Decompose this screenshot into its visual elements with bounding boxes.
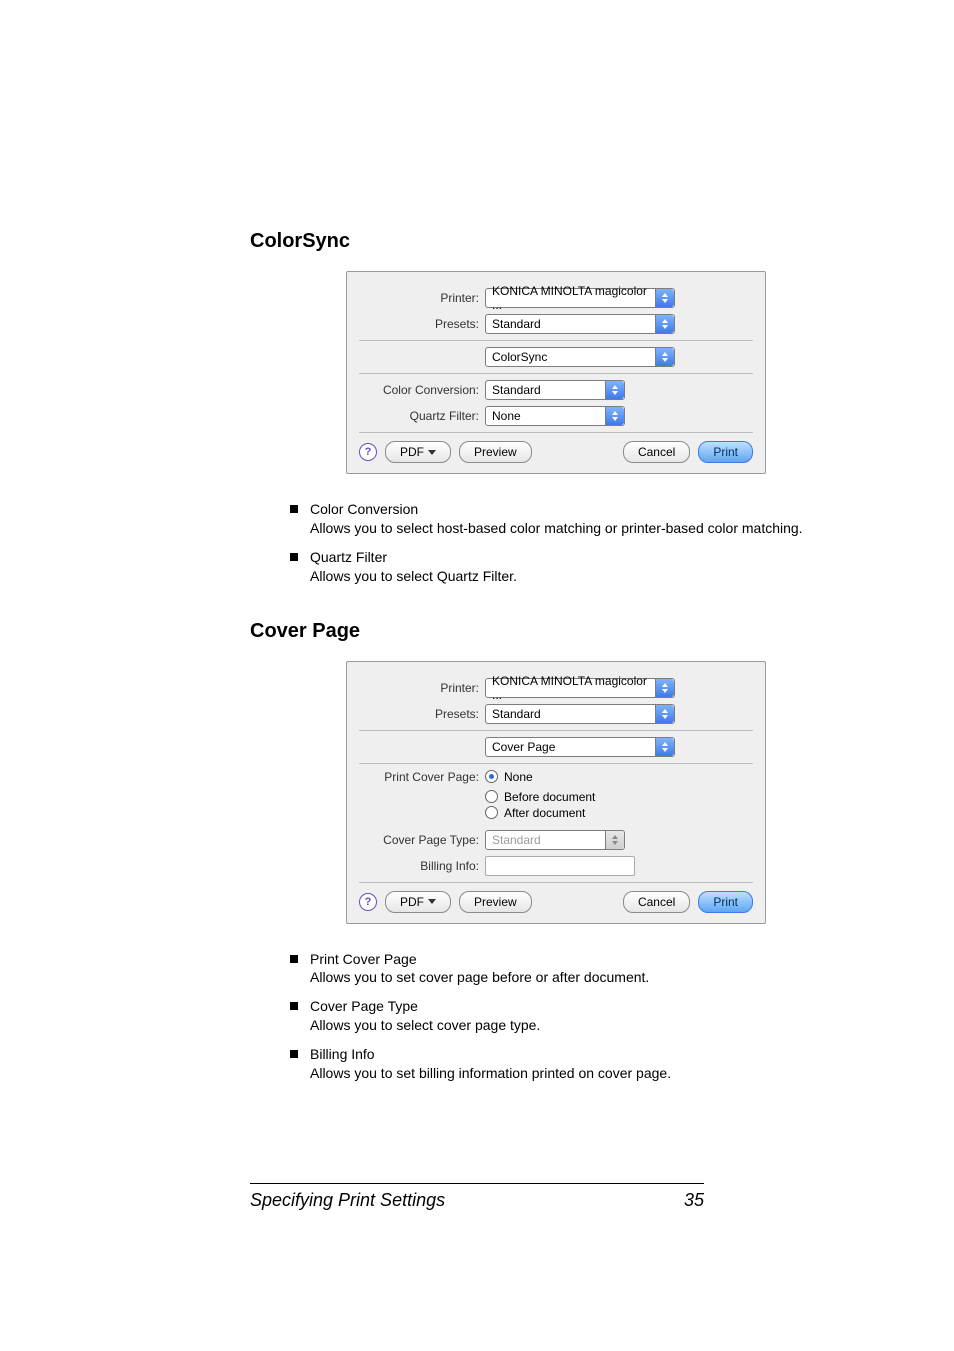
list-item: Print Cover Page Allows you to set cover…: [290, 950, 834, 988]
presets-value: Standard: [492, 317, 541, 331]
pdf-label: PDF: [400, 445, 424, 459]
coverpage-bullets: Print Cover Page Allows you to set cover…: [290, 950, 834, 1083]
pdf-label: PDF: [400, 895, 424, 909]
bullet-title: Cover Page Type: [310, 997, 540, 1016]
colorsync-bullets: Color Conversion Allows you to select ho…: [290, 500, 834, 586]
printer-select[interactable]: KONICA MINOLTA magicolor ...: [485, 288, 675, 308]
chevron-down-icon: [428, 899, 436, 904]
stepper-icon: [655, 315, 674, 333]
pane-select[interactable]: ColorSync: [485, 347, 675, 367]
bullet-icon: [290, 505, 298, 513]
bullet-icon: [290, 553, 298, 561]
bullet-icon: [290, 955, 298, 963]
bullet-desc: Allows you to set cover page before or a…: [310, 968, 649, 987]
radio-after[interactable]: [485, 806, 498, 819]
cancel-button[interactable]: Cancel: [623, 891, 690, 913]
bullet-desc: Allows you to select host-based color ma…: [310, 519, 803, 538]
cancel-button[interactable]: Cancel: [623, 441, 690, 463]
cover-page-type-value: Standard: [492, 833, 541, 847]
cover-page-type-label: Cover Page Type:: [359, 833, 485, 847]
pane-select[interactable]: Cover Page: [485, 737, 675, 757]
dialog-colorsync: Printer: KONICA MINOLTA magicolor ... Pr…: [346, 271, 766, 474]
bullet-title: Quartz Filter: [310, 548, 517, 567]
footer-left: Specifying Print Settings: [250, 1190, 445, 1211]
billing-info-label: Billing Info:: [359, 859, 485, 873]
separator: [359, 432, 753, 433]
pane-value: Cover Page: [492, 740, 555, 754]
section-title-colorsync: ColorSync: [250, 230, 834, 253]
printer-label: Printer:: [359, 291, 485, 305]
section-title-coverpage: Cover Page: [250, 620, 834, 643]
presets-select[interactable]: Standard: [485, 704, 675, 724]
color-conversion-value: Standard: [492, 383, 541, 397]
separator: [359, 763, 753, 764]
pdf-button[interactable]: PDF: [385, 441, 451, 463]
presets-value: Standard: [492, 707, 541, 721]
quartz-filter-label: Quartz Filter:: [359, 409, 485, 423]
bullet-title: Billing Info: [310, 1045, 671, 1064]
stepper-icon: [655, 348, 674, 366]
list-item: Quartz Filter Allows you to select Quart…: [290, 548, 834, 586]
presets-label: Presets:: [359, 707, 485, 721]
printer-value: KONICA MINOLTA magicolor ...: [492, 284, 652, 312]
bullet-desc: Allows you to select cover page type.: [310, 1016, 540, 1035]
printer-value: KONICA MINOLTA magicolor ...: [492, 674, 652, 702]
bullet-desc: Allows you to set billing information pr…: [310, 1064, 671, 1083]
help-icon[interactable]: ?: [359, 893, 377, 911]
bullet-title: Print Cover Page: [310, 950, 649, 969]
preview-button[interactable]: Preview: [459, 441, 532, 463]
page-footer: Specifying Print Settings 35: [250, 1183, 704, 1211]
list-item: Billing Info Allows you to set billing i…: [290, 1045, 834, 1083]
presets-label: Presets:: [359, 317, 485, 331]
print-cover-page-label: Print Cover Page:: [359, 770, 485, 784]
quartz-filter-value: None: [492, 409, 521, 423]
color-conversion-select[interactable]: Standard: [485, 380, 625, 400]
stepper-icon: [655, 679, 674, 697]
color-conversion-label: Color Conversion:: [359, 383, 485, 397]
quartz-filter-select[interactable]: None: [485, 406, 625, 426]
dialog-coverpage: Printer: KONICA MINOLTA magicolor ... Pr…: [346, 661, 766, 924]
list-item: Cover Page Type Allows you to select cov…: [290, 997, 834, 1035]
chevron-down-icon: [428, 450, 436, 455]
cover-page-type-select: Standard: [485, 830, 625, 850]
billing-info-input[interactable]: [485, 856, 635, 876]
radio-after-label: After document: [504, 806, 585, 820]
bullet-title: Color Conversion: [310, 500, 803, 519]
printer-label: Printer:: [359, 681, 485, 695]
separator: [359, 882, 753, 883]
help-icon[interactable]: ?: [359, 443, 377, 461]
stepper-icon: [655, 289, 674, 307]
separator: [359, 340, 753, 341]
presets-select[interactable]: Standard: [485, 314, 675, 334]
bullet-icon: [290, 1002, 298, 1010]
pane-value: ColorSync: [492, 350, 547, 364]
radio-before[interactable]: [485, 790, 498, 803]
radio-none[interactable]: [485, 770, 498, 783]
separator: [359, 730, 753, 731]
print-button[interactable]: Print: [698, 891, 753, 913]
list-item: Color Conversion Allows you to select ho…: [290, 500, 834, 538]
stepper-icon: [655, 705, 674, 723]
print-button[interactable]: Print: [698, 441, 753, 463]
page-number: 35: [684, 1190, 704, 1211]
stepper-icon: [605, 381, 624, 399]
printer-select[interactable]: KONICA MINOLTA magicolor ...: [485, 678, 675, 698]
radio-none-label: None: [504, 770, 533, 784]
stepper-icon: [605, 407, 624, 425]
bullet-desc: Allows you to select Quartz Filter.: [310, 567, 517, 586]
bullet-icon: [290, 1050, 298, 1058]
stepper-icon: [655, 738, 674, 756]
pdf-button[interactable]: PDF: [385, 891, 451, 913]
radio-before-label: Before document: [504, 790, 595, 804]
separator: [359, 373, 753, 374]
stepper-icon: [605, 831, 624, 849]
preview-button[interactable]: Preview: [459, 891, 532, 913]
